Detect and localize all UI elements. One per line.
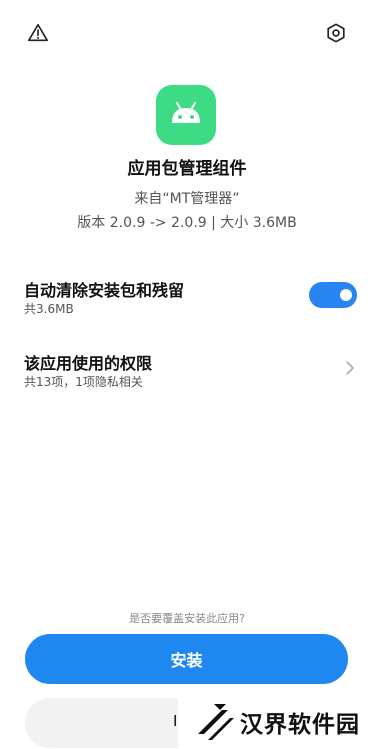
app-source: 来自“MT管理器”	[134, 191, 240, 207]
cancel-button-label: I	[173, 712, 178, 730]
watermark-logo-icon	[198, 703, 234, 740]
watermark-text: 汉界软件园	[240, 710, 360, 738]
app-name: 应用包管理组件	[127, 159, 247, 179]
toggle-knob	[340, 289, 352, 301]
watermark: 汉界软件园	[178, 694, 374, 749]
app-version-size: 版本 2.0.9 -> 2.0.9 | 大小 3.6MB	[77, 215, 297, 231]
auto-clean-title: 自动清除安装包和残留	[24, 281, 185, 300]
install-button[interactable]: 安装	[25, 634, 348, 684]
android-app-icon	[156, 85, 216, 145]
install-button-label: 安装	[170, 651, 203, 670]
auto-clean-subtitle: 共3.6MB	[24, 302, 74, 316]
auto-clean-toggle[interactable]	[309, 282, 357, 308]
settings-icon[interactable]	[324, 21, 348, 45]
chevron-right-icon[interactable]	[344, 360, 356, 376]
permissions-subtitle: 共13项，1项隐私相关	[24, 375, 143, 389]
permissions-title[interactable]: 该应用使用的权限	[24, 350, 152, 374]
overwrite-question: 是否要覆盖安装此应用?	[129, 612, 245, 625]
warning-icon[interactable]	[26, 21, 50, 45]
